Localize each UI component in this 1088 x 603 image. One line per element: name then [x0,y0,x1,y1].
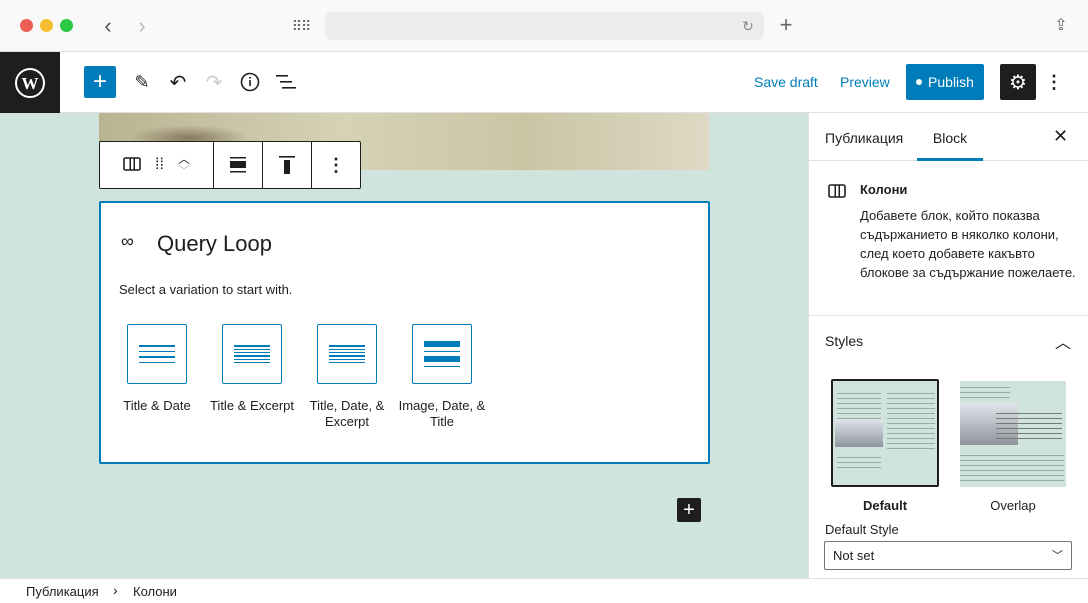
style-label: Default [862,498,908,513]
back-icon[interactable]: ‹ [98,13,118,38]
style-preview-overlap [960,381,1066,487]
settings-gear-icon[interactable]: ⚙ [1000,64,1036,100]
variation-label: Title & Date [123,398,191,413]
loop-icon: ∞ [121,231,134,251]
variation-label: Image, Date, & Title [398,398,486,429]
variation-label: Title, Date, & Excerpt [309,398,385,429]
add-block-inline-button[interactable]: + [677,498,701,522]
move-down-icon[interactable]: ﹀ [178,165,190,177]
new-tab-icon[interactable]: + [775,12,797,37]
redo-icon[interactable]: ↷ [202,70,226,94]
block-toolbar: ⁞⁞ ︿ ﹀ ⋮ [99,141,361,189]
variation-title-date-excerpt[interactable]: Title, Date, & Excerpt [297,324,397,430]
minimize-window-button[interactable] [40,19,53,32]
styles-heading[interactable]: Styles [825,333,863,349]
style-label: Overlap [990,498,1036,513]
chevron-up-icon[interactable]: ︿ [1055,329,1071,353]
variation-title-date[interactable]: Title & Date [107,324,207,414]
query-loop-instruction: Select a variation to start with. [119,282,293,297]
drag-handle-icon[interactable]: ⁞⁞ [155,156,164,174]
query-loop-title: Query Loop [157,231,272,256]
add-block-button[interactable]: + [84,66,116,98]
tools-pencil-icon[interactable]: ✎ [130,70,154,94]
grid-icon[interactable]: ⠿⠿ [290,16,312,36]
breadcrumb-item-columns[interactable]: Колони [133,584,177,599]
more-options-icon[interactable]: ⋮ [1044,70,1064,94]
move-arrows[interactable]: ︿ ﹀ [178,153,190,177]
block-card: Колони Добавете блок, който показва съдъ… [809,161,1088,316]
align-icon[interactable] [214,142,263,188]
style-overlap[interactable]: Overlap [960,379,1066,513]
breadcrumb-separator-icon: › [113,582,118,598]
vertical-align-top-icon[interactable] [263,142,312,188]
variation-image-date-title[interactable]: Image, Date, & Title [392,324,492,430]
style-preview-default [831,379,939,487]
settings-sidebar: Публикация Block ✕ Колони Добавете блок,… [808,113,1088,578]
wordpress-logo[interactable]: W [0,52,60,113]
block-toolbar-group: ⁞⁞ ︿ ﹀ [100,142,214,188]
close-sidebar-icon[interactable]: ✕ [1053,126,1068,147]
editor-toolbar: W + ✎ ↶ ↷ Save draft Preview Publish ⚙ ⋮ [0,52,1088,113]
preview-button[interactable]: Preview [840,74,890,90]
reload-icon[interactable]: ↻ [738,16,758,36]
block-description: Добавете блок, който показва съдържаниет… [860,208,1076,280]
tab-block[interactable]: Block [917,113,983,161]
forward-icon[interactable]: › [132,13,152,38]
svg-text:W: W [22,74,39,93]
publish-label: Publish [928,74,974,90]
variation-label: Title & Excerpt [209,398,295,413]
tab-post[interactable]: Публикация [825,130,903,146]
browser-chrome: ‹ › ⠿⠿ ↻ + ⇪ [0,0,1088,52]
breadcrumb: Публикация › Колони [0,578,1088,603]
list-view-icon[interactable] [274,70,298,94]
default-style-select[interactable]: Not set ﹀ [824,541,1072,570]
style-default[interactable]: Default [831,379,939,513]
address-bar[interactable]: ↻ [325,12,764,40]
status-dot-icon [916,79,923,85]
sidebar-tabs: Публикация Block ✕ [809,113,1088,161]
block-options-icon[interactable]: ⋮ [312,142,360,188]
variation-title-excerpt[interactable]: Title & Excerpt [202,324,302,414]
columns-icon[interactable] [123,156,141,174]
share-icon[interactable]: ⇪ [1050,13,1072,37]
select-value: Not set [833,548,875,563]
publish-button[interactable]: Publish [906,64,984,100]
query-loop-placeholder: ∞ Query Loop Select a variation to start… [99,201,710,464]
columns-block-icon [828,184,846,201]
block-title: Колони [860,182,908,197]
maximize-window-button[interactable] [60,19,73,32]
save-draft-button[interactable]: Save draft [754,74,818,90]
breadcrumb-item-post[interactable]: Публикация [26,584,99,599]
default-style-label: Default Style [825,522,899,537]
undo-icon[interactable]: ↶ [166,70,190,94]
chevron-down-icon: ﹀ [1052,550,1063,562]
info-icon[interactable] [238,70,262,94]
close-window-button[interactable] [20,19,33,32]
